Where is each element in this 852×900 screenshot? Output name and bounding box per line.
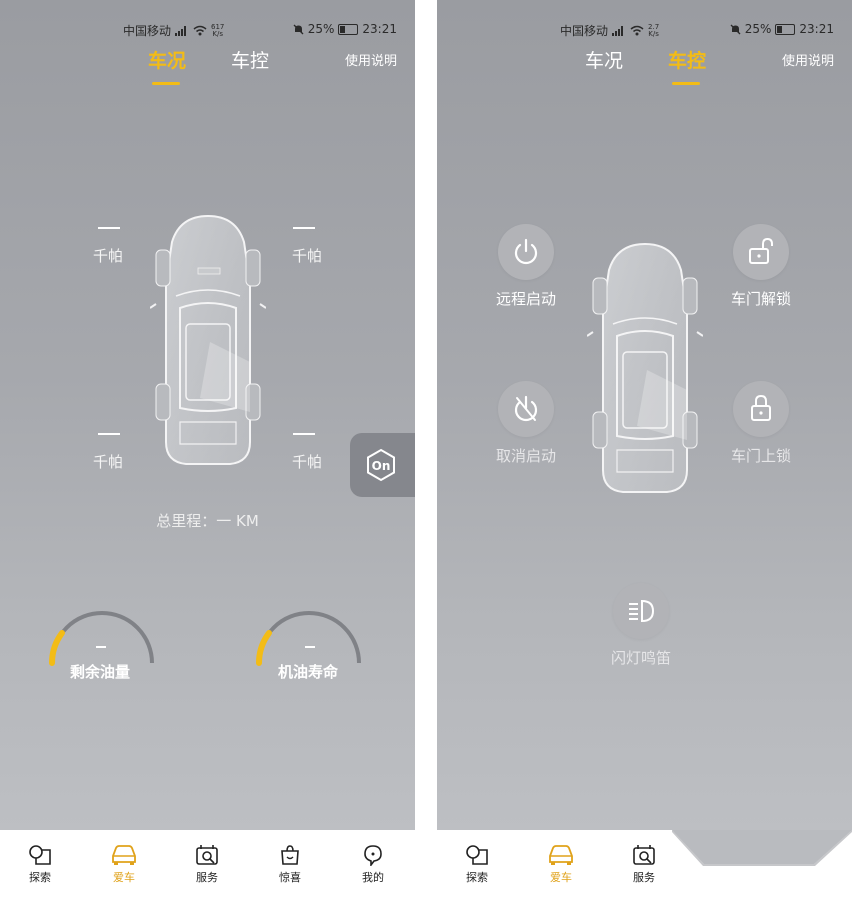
tab-condition[interactable]: 车况 (148, 46, 186, 73)
nav-explore[interactable]: 探索 (449, 844, 505, 885)
profile-icon (364, 845, 382, 866)
cancel-start-label: 取消启动 (495, 447, 556, 465)
remote-start-button[interactable] (498, 224, 554, 280)
active-tab-indicator (672, 82, 700, 85)
wifi-icon (630, 25, 644, 36)
phone-condition-screen: 中国移动 617 K/s 25% 23:21 车况 车控 使用说明 千帕 千帕 … (0, 0, 415, 900)
service-icon (196, 845, 218, 865)
car-icon (112, 845, 136, 865)
power-off-icon (514, 395, 538, 422)
tire-pressure-rear-right-value (293, 433, 315, 435)
total-mileage: 总里程：一 KM (156, 512, 259, 530)
nav-my-car[interactable]: 爱车 (533, 844, 589, 885)
nav-explore[interactable]: 探索 (12, 844, 68, 885)
tab-control[interactable]: 车控 (668, 46, 706, 73)
remote-start-label: 远程启动 (495, 290, 556, 308)
signal-icon (612, 25, 624, 36)
status-bar: 中国移动 617 K/s 25% 23:21 (0, 18, 415, 40)
cancel-start-button[interactable] (498, 381, 554, 437)
network-speed: 2.7 K/s (648, 22, 660, 38)
headlight-icon (629, 599, 655, 623)
mute-bell-icon (730, 24, 741, 34)
car-icon (549, 845, 573, 865)
screen-background: 中国移动 2.7 K/s 25% 23:21 车况 车控 使用说明 远程启动 取… (437, 0, 852, 830)
explore-icon (29, 845, 51, 865)
active-tab-indicator (152, 82, 180, 85)
tire-pressure-front-right-value (293, 227, 315, 229)
tire-pressure-front-left-value (98, 227, 120, 229)
battery-icon (338, 23, 359, 35)
nav-profile[interactable]: 我的 (345, 844, 401, 885)
svg-text:On: On (372, 459, 391, 473)
door-unlock-button[interactable] (733, 224, 789, 280)
wifi-icon (193, 25, 207, 36)
tire-pressure-rear-right-unit: 千帕 (291, 453, 322, 471)
fuel-level-label: 剩余油量 (70, 663, 131, 681)
battery-icon (775, 23, 796, 35)
battery-percent: 25% (744, 22, 772, 36)
nav-service[interactable]: 服务 (616, 844, 672, 885)
network-speed: 617 K/s (211, 22, 225, 38)
car-top-view-illustration (150, 214, 266, 465)
carrier-label: 中国移动 (560, 24, 609, 38)
clock: 23:21 (362, 22, 397, 36)
flash-horn-button[interactable] (613, 583, 669, 639)
fuel-level-value (96, 646, 106, 648)
mute-bell-icon (293, 24, 304, 34)
oil-life-gauge (256, 611, 361, 666)
nav-service[interactable]: 服务 (179, 844, 235, 885)
door-lock-label: 车门上锁 (730, 447, 791, 465)
clock: 23:21 (799, 22, 834, 36)
tire-pressure-front-left-unit: 千帕 (92, 247, 123, 265)
on-mode-button[interactable]: On (350, 433, 415, 497)
tire-pressure-rear-left-value (98, 433, 120, 435)
door-lock-button[interactable] (733, 381, 789, 437)
screen-background: 中国移动 617 K/s 25% 23:21 车况 车控 使用说明 千帕 千帕 … (0, 0, 415, 830)
overlay-cutout (672, 830, 852, 866)
tab-condition[interactable]: 车况 (585, 46, 623, 73)
tire-pressure-front-right-unit: 千帕 (291, 247, 322, 265)
lock-icon (751, 394, 771, 421)
service-icon (633, 845, 655, 865)
tire-pressure-rear-left-unit: 千帕 (92, 453, 123, 471)
tab-control[interactable]: 车控 (231, 46, 269, 73)
door-unlock-label: 车门解锁 (730, 290, 791, 308)
bottom-nav: 探索 爱车 服务 惊喜 我的 (0, 830, 415, 900)
help-link[interactable]: 使用说明 (782, 50, 834, 69)
oil-life-label: 机油寿命 (278, 663, 339, 681)
flash-horn-label: 闪灯鸣笛 (610, 649, 671, 667)
nav-surprise[interactable]: 惊喜 (262, 844, 318, 885)
status-bar: 中国移动 2.7 K/s 25% 23:21 (437, 18, 852, 40)
battery-percent: 25% (307, 22, 335, 36)
oil-life-value (305, 646, 315, 648)
explore-icon (466, 845, 488, 865)
car-top-view-illustration (587, 242, 703, 493)
gift-bag-icon (281, 845, 299, 865)
unlock-icon (749, 237, 773, 264)
fuel-level-gauge (49, 611, 154, 666)
carrier-label: 中国移动 (123, 24, 172, 38)
signal-icon (175, 25, 187, 36)
on-hexagon-icon: On (367, 448, 395, 482)
phone-control-screen: 中国移动 2.7 K/s 25% 23:21 车况 车控 使用说明 远程启动 取… (437, 0, 852, 900)
help-link[interactable]: 使用说明 (345, 50, 397, 69)
power-icon (514, 238, 538, 265)
nav-my-car[interactable]: 爱车 (96, 844, 152, 885)
